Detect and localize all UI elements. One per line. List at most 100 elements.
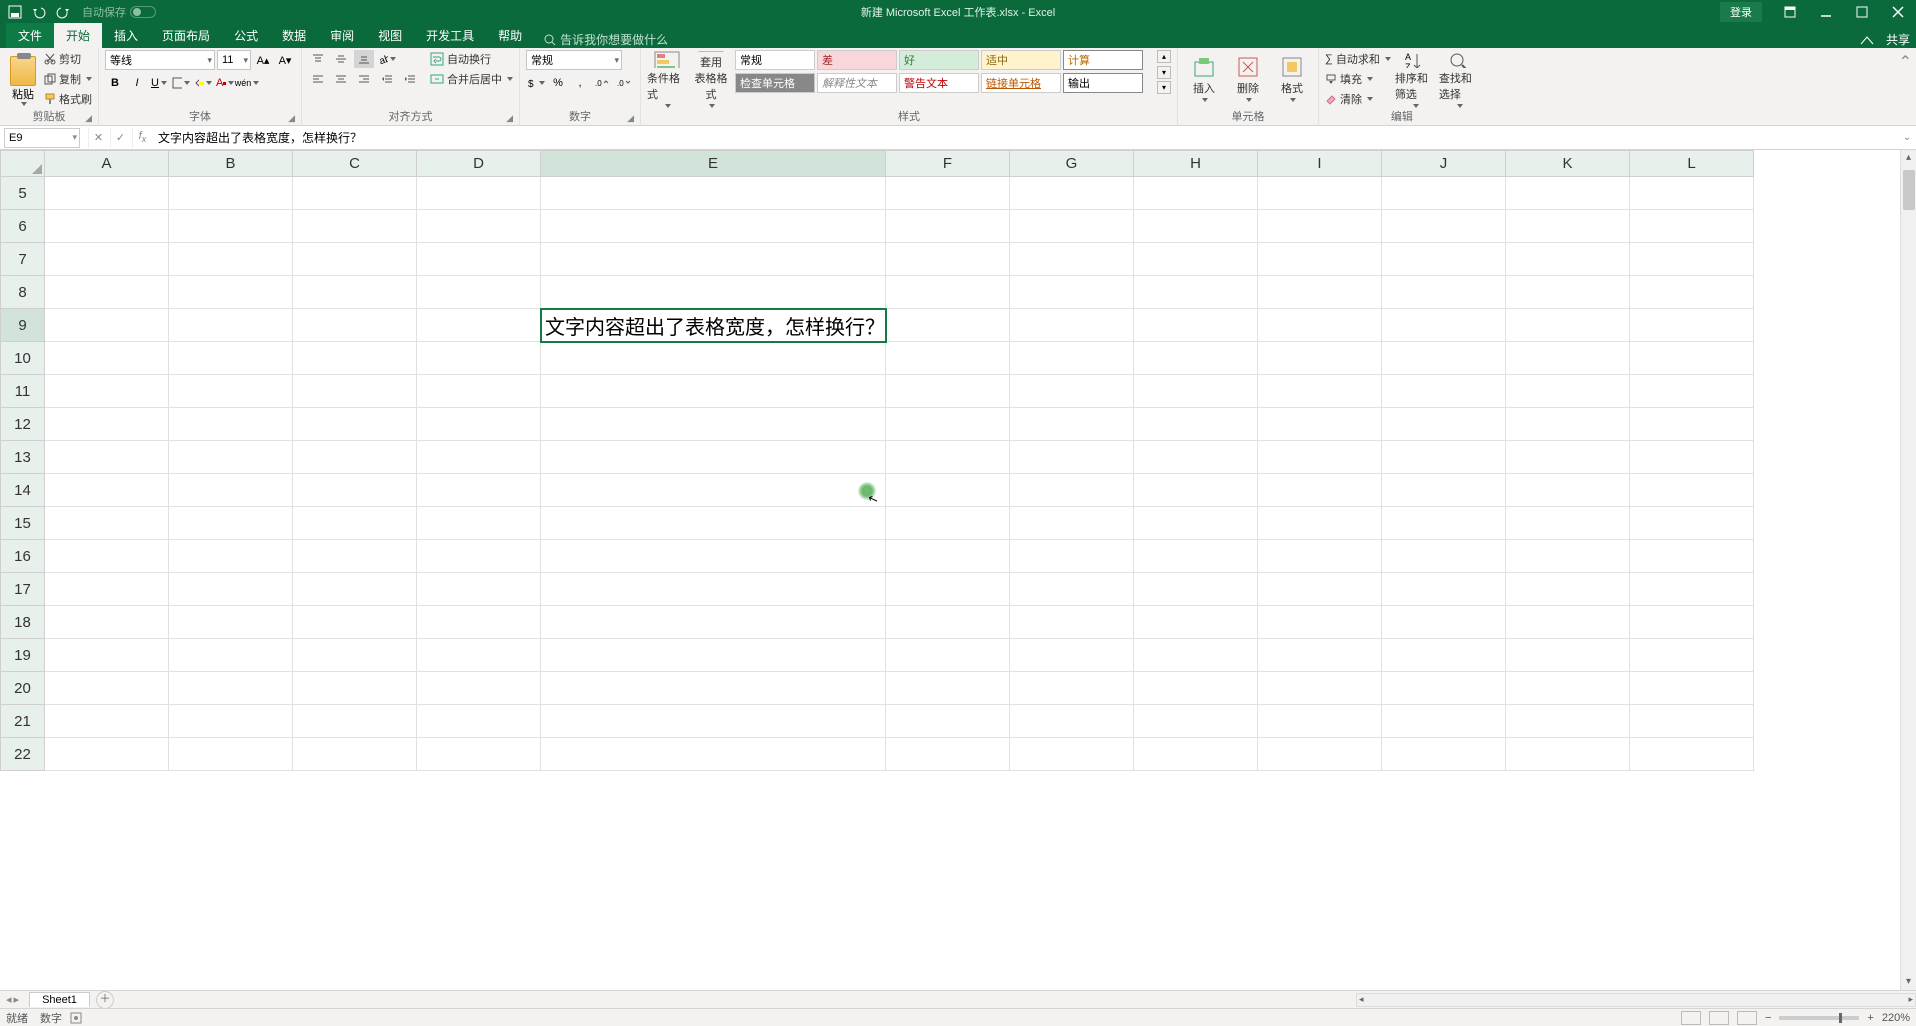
comma-format-icon[interactable]: , bbox=[570, 74, 590, 92]
cell[interactable] bbox=[293, 177, 417, 210]
column-header[interactable]: D bbox=[417, 151, 541, 177]
cell[interactable] bbox=[541, 276, 886, 309]
column-header[interactable]: E bbox=[541, 151, 886, 177]
cell[interactable] bbox=[169, 540, 293, 573]
fill-button[interactable]: 填充 bbox=[1325, 70, 1391, 88]
autosum-button[interactable]: ∑自动求和 bbox=[1325, 50, 1391, 68]
cell[interactable] bbox=[1630, 474, 1754, 507]
decrease-indent-icon[interactable] bbox=[377, 70, 397, 88]
cell[interactable] bbox=[1134, 408, 1258, 441]
cell[interactable] bbox=[1382, 672, 1506, 705]
cell[interactable] bbox=[1134, 243, 1258, 276]
cell[interactable] bbox=[1506, 672, 1630, 705]
cell[interactable] bbox=[1630, 507, 1754, 540]
cell[interactable] bbox=[1382, 375, 1506, 408]
cell[interactable] bbox=[293, 474, 417, 507]
cell[interactable] bbox=[541, 606, 886, 639]
cell[interactable] bbox=[541, 441, 886, 474]
cell[interactable] bbox=[169, 672, 293, 705]
delete-cells-button[interactable]: 删除 bbox=[1228, 50, 1268, 108]
zoom-level[interactable]: 220% bbox=[1882, 1012, 1910, 1024]
cell[interactable] bbox=[1382, 474, 1506, 507]
cell[interactable] bbox=[1010, 573, 1134, 606]
cell[interactable] bbox=[1010, 375, 1134, 408]
wrap-text-button[interactable]: 自动换行 bbox=[430, 50, 513, 68]
cell[interactable] bbox=[886, 309, 1010, 342]
cell[interactable] bbox=[1258, 738, 1382, 771]
row-header[interactable]: 13 bbox=[1, 441, 45, 474]
cell[interactable] bbox=[417, 606, 541, 639]
cell[interactable] bbox=[1010, 276, 1134, 309]
cell[interactable] bbox=[1506, 540, 1630, 573]
row-header[interactable]: 12 bbox=[1, 408, 45, 441]
cell[interactable] bbox=[1258, 639, 1382, 672]
cell[interactable] bbox=[169, 738, 293, 771]
style-cell[interactable]: 警告文本 bbox=[899, 73, 979, 93]
cell[interactable] bbox=[169, 243, 293, 276]
page-layout-view-icon[interactable] bbox=[1709, 1011, 1729, 1025]
cell[interactable] bbox=[1134, 441, 1258, 474]
align-right-icon[interactable] bbox=[354, 70, 374, 88]
cell[interactable] bbox=[169, 408, 293, 441]
cell[interactable] bbox=[1630, 210, 1754, 243]
cell[interactable] bbox=[1010, 672, 1134, 705]
cell[interactable] bbox=[417, 540, 541, 573]
phonetic-button[interactable]: wén bbox=[237, 74, 257, 92]
name-box[interactable]: E9 bbox=[4, 128, 80, 148]
row-header[interactable]: 11 bbox=[1, 375, 45, 408]
row-header[interactable]: 5 bbox=[1, 177, 45, 210]
cell[interactable] bbox=[293, 243, 417, 276]
vertical-scrollbar[interactable]: ▴▾ bbox=[1900, 150, 1916, 990]
cell[interactable] bbox=[45, 738, 169, 771]
cell[interactable] bbox=[1134, 309, 1258, 342]
new-sheet-button[interactable]: ＋ bbox=[96, 991, 114, 1009]
cell[interactable] bbox=[293, 606, 417, 639]
align-center-icon[interactable] bbox=[331, 70, 351, 88]
cell[interactable] bbox=[293, 639, 417, 672]
cell[interactable] bbox=[1134, 507, 1258, 540]
cell[interactable] bbox=[169, 342, 293, 375]
login-button[interactable]: 登录 bbox=[1720, 2, 1762, 22]
page-break-view-icon[interactable] bbox=[1737, 1011, 1757, 1025]
cell[interactable] bbox=[45, 177, 169, 210]
cell[interactable] bbox=[886, 342, 1010, 375]
style-cell[interactable]: 差 bbox=[817, 50, 897, 70]
cell[interactable] bbox=[886, 507, 1010, 540]
cell[interactable] bbox=[45, 672, 169, 705]
cell[interactable] bbox=[169, 276, 293, 309]
cell[interactable] bbox=[45, 342, 169, 375]
cell[interactable] bbox=[1010, 606, 1134, 639]
cell[interactable] bbox=[1506, 276, 1630, 309]
select-all-corner[interactable] bbox=[1, 151, 45, 177]
cell[interactable] bbox=[1258, 540, 1382, 573]
cell[interactable] bbox=[417, 375, 541, 408]
cell[interactable] bbox=[541, 243, 886, 276]
undo-icon[interactable] bbox=[30, 3, 48, 21]
cell[interactable] bbox=[886, 705, 1010, 738]
cell[interactable] bbox=[1506, 639, 1630, 672]
cell[interactable] bbox=[1258, 210, 1382, 243]
cell[interactable] bbox=[1258, 309, 1382, 342]
cell[interactable] bbox=[293, 276, 417, 309]
accounting-format-icon[interactable]: $ bbox=[526, 74, 546, 92]
align-left-icon[interactable] bbox=[308, 70, 328, 88]
orientation-icon[interactable]: ab bbox=[377, 50, 397, 68]
cell[interactable] bbox=[1382, 705, 1506, 738]
dialog-launcher-icon[interactable]: ◢ bbox=[288, 113, 295, 124]
cell[interactable] bbox=[541, 672, 886, 705]
column-header[interactable]: I bbox=[1258, 151, 1382, 177]
cell[interactable] bbox=[417, 507, 541, 540]
cell[interactable] bbox=[1630, 573, 1754, 606]
font-color-button[interactable]: A bbox=[215, 74, 235, 92]
cell[interactable] bbox=[1630, 606, 1754, 639]
cell[interactable] bbox=[45, 243, 169, 276]
cell[interactable] bbox=[886, 474, 1010, 507]
row-header[interactable]: 7 bbox=[1, 243, 45, 276]
cell[interactable] bbox=[886, 177, 1010, 210]
cell[interactable] bbox=[541, 507, 886, 540]
cell[interactable] bbox=[1630, 639, 1754, 672]
cell[interactable] bbox=[1134, 210, 1258, 243]
cell[interactable] bbox=[1010, 177, 1134, 210]
autosave-toggle[interactable]: 自动保存 bbox=[82, 4, 156, 20]
cell[interactable] bbox=[1630, 375, 1754, 408]
